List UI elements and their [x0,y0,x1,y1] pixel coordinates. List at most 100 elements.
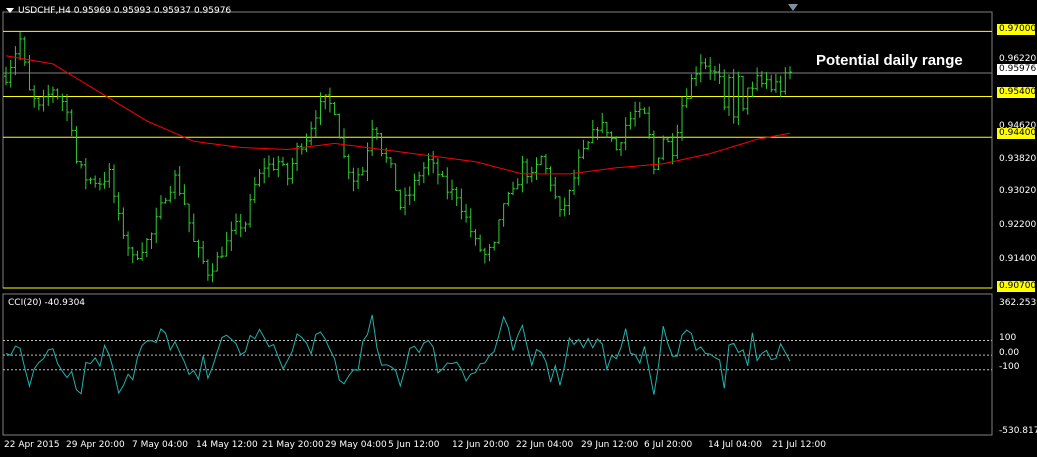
price-bar [154,207,159,243]
price-bar [144,238,149,258]
cci-axis-label: -100 [999,362,1020,372]
price-bar [421,162,426,184]
price-bar [8,60,13,88]
price-bar [224,231,229,257]
price-bar [501,203,506,227]
time-axis-label: 29 Apr 20:00 [66,440,125,450]
price-bar [299,143,304,155]
price-bar [4,66,8,86]
price-axis-label: 0.91400 [999,254,1037,264]
price-bar [69,109,74,137]
price-bar [454,186,459,207]
price-bar [215,251,220,272]
price-bar [496,219,501,244]
price-bar [543,154,548,175]
price-bar [55,88,60,100]
price-bar [435,158,440,185]
price-bar [285,162,290,186]
chart-shift-marker-icon[interactable] [788,4,798,11]
price-bar [647,106,652,139]
price-bar [107,163,112,188]
price-bar [557,196,562,217]
price-bar [41,89,46,112]
price-bar [318,92,323,125]
price-bar [431,151,436,174]
price-bar [158,195,163,220]
price-bar [553,176,558,200]
price-bar [374,127,379,140]
price-bar [623,117,628,151]
price-bar [670,133,675,165]
price-bar [163,197,168,204]
chart-menu-icon[interactable] [6,8,14,13]
time-axis-label: 21 May 20:00 [262,440,324,450]
price-bar [140,242,145,261]
price-bar [196,239,201,258]
price-bar [116,192,121,221]
price-bar [111,164,116,204]
price-bar [173,170,178,200]
chart-window[interactable]: USDCHF,H4 0.95969 0.95993 0.95937 0.9597… [0,0,1037,457]
price-bar [205,259,210,281]
price-bar [126,231,131,257]
price-bar [459,188,464,220]
price-bar [234,213,239,235]
price-bar [46,84,51,107]
price-bar [97,177,102,191]
price-axis-label: 0.97000 [997,24,1037,35]
price-bar [614,136,619,151]
price-bar [581,139,586,160]
price-bar [22,36,27,66]
chart-borders [2,11,993,436]
price-bar [726,74,731,116]
price-bar [168,185,173,203]
price-bar [149,232,154,249]
price-bar [130,246,135,264]
price-bar [680,96,685,141]
price-bar [121,207,126,239]
price-bar [426,153,431,176]
price-bar [487,243,492,262]
price-bar [187,203,192,233]
price-bar [295,142,300,172]
time-axis-label: 21 Jul 12:00 [772,440,826,450]
price-bar [219,246,224,259]
price-bars [4,31,792,283]
cci-indicator [3,314,992,395]
price-bar [769,74,774,93]
symbol-header: USDCHF,H4 0.95969 0.95993 0.95937 0.9597… [18,6,231,16]
price-bar [262,158,267,184]
ohlc-values: 0.95969 0.95993 0.95937 0.95976 [73,6,232,16]
price-bar [304,133,309,153]
price-bar [628,111,633,130]
price-bar [351,167,356,192]
price-bar [440,171,445,178]
price-bar [238,213,243,237]
time-axis-label: 22 Apr 2015 [4,440,60,450]
time-axis-label: 29 Jun 12:00 [581,440,639,450]
price-bar [445,167,450,200]
chart-annotation[interactable]: Potential daily range [816,52,963,69]
price-bar [342,128,347,159]
price-bar [182,184,187,206]
price-axis-label: 0.95976 [997,64,1037,75]
price-bar [388,157,393,169]
price-bar [83,158,88,190]
price-bar [332,102,337,116]
price-bar [708,57,713,80]
price-bar [271,157,276,171]
price-bar [534,157,539,180]
price-bar [783,67,788,95]
price-bar [243,221,248,233]
price-bar [604,122,609,138]
cci-panel-border [2,293,993,436]
price-bar [252,177,257,204]
price-bar [93,175,98,188]
price-bar [703,58,708,70]
price-level-lines [3,30,992,289]
price-bar [525,158,530,184]
price-bar [684,88,689,108]
price-bar [177,166,182,196]
price-axis-label: 0.93020 [999,186,1037,196]
price-bar [689,74,694,99]
